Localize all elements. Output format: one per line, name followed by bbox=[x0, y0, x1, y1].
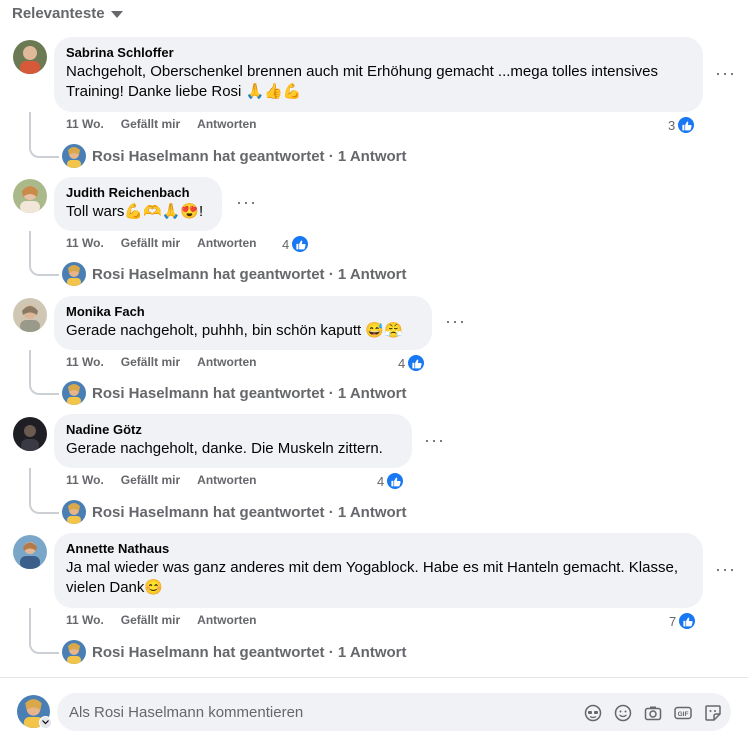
comment-text: Toll wars💪🫶🙏😍! bbox=[66, 203, 204, 220]
reply-link[interactable]: Antworten bbox=[197, 355, 256, 369]
more-options-icon[interactable]: ··· bbox=[715, 64, 736, 82]
comment-actions: 11 Wo. Gefällt mir Antworten bbox=[66, 117, 256, 131]
more-options-icon[interactable]: ··· bbox=[715, 560, 736, 578]
comment-author[interactable]: Sabrina Schloffer bbox=[66, 44, 691, 62]
comment-text: Nachgeholt, Oberschenkel brennen auch mi… bbox=[66, 63, 659, 100]
more-options-icon[interactable]: ··· bbox=[445, 312, 466, 330]
replies-link[interactable]: Rosi Haselmann hat geantwortet · 1 Antwo… bbox=[62, 640, 406, 664]
comment-author[interactable]: Monika Fach bbox=[66, 303, 420, 321]
reply-link[interactable]: Antworten bbox=[197, 236, 256, 250]
avatar[interactable] bbox=[13, 417, 47, 451]
chevron-down-icon[interactable] bbox=[39, 716, 52, 729]
thumbs-up-icon bbox=[407, 354, 426, 372]
camera-icon[interactable] bbox=[643, 703, 663, 723]
comment-composer: GIF bbox=[0, 678, 748, 749]
comment-timestamp[interactable]: 11 Wo. bbox=[66, 613, 104, 627]
avatar[interactable] bbox=[13, 535, 47, 569]
more-options-icon[interactable]: ··· bbox=[424, 431, 445, 449]
reaction-count[interactable]: 4 bbox=[377, 472, 405, 490]
like-count: 4 bbox=[282, 236, 290, 252]
replies-link[interactable]: Rosi Haselmann hat geantwortet · 1 Antwo… bbox=[62, 500, 406, 524]
like-count: 7 bbox=[669, 613, 677, 629]
replies-text: Rosi Haselmann hat geantwortet · 1 Antwo… bbox=[92, 503, 407, 521]
comment-bubble: Judith Reichenbach Toll wars💪🫶🙏😍! bbox=[54, 177, 222, 231]
emoji-icon[interactable] bbox=[613, 703, 633, 723]
thumbs-up-icon bbox=[678, 612, 697, 630]
like-count: 4 bbox=[377, 473, 385, 489]
caret-down-icon bbox=[110, 11, 123, 18]
like-link[interactable]: Gefällt mir bbox=[121, 117, 180, 131]
avatar-sticker-icon[interactable] bbox=[583, 703, 603, 723]
composer-tools: GIF bbox=[583, 703, 723, 723]
thumbs-up-icon bbox=[386, 472, 405, 490]
comment-timestamp[interactable]: 11 Wo. bbox=[66, 473, 104, 487]
thread-connector bbox=[29, 112, 59, 158]
comment-actions: 11 Wo. Gefällt mir Antworten bbox=[66, 355, 256, 369]
replies-link[interactable]: Rosi Haselmann hat geantwortet · 1 Antwo… bbox=[62, 381, 406, 405]
reaction-count[interactable]: 4 bbox=[282, 235, 310, 253]
like-count: 4 bbox=[398, 355, 406, 371]
comment-text: Ja mal wieder was ganz anderes mit dem Y… bbox=[66, 559, 678, 596]
like-link[interactable]: Gefällt mir bbox=[121, 473, 180, 487]
comment-timestamp[interactable]: 11 Wo. bbox=[66, 236, 104, 250]
comment-bubble: Monika Fach Gerade nachgeholt, puhhh, bi… bbox=[54, 296, 432, 350]
thread-connector bbox=[29, 350, 59, 395]
reply-link[interactable]: Antworten bbox=[197, 613, 256, 627]
replies-link[interactable]: Rosi Haselmann hat geantwortet · 1 Antwo… bbox=[62, 262, 406, 286]
reaction-count[interactable]: 3 bbox=[668, 116, 696, 134]
comment-author[interactable]: Judith Reichenbach bbox=[66, 184, 210, 202]
comment-actions: 11 Wo. Gefällt mir Antworten bbox=[66, 473, 256, 487]
replier-avatar bbox=[62, 500, 86, 524]
thread-connector bbox=[29, 608, 59, 654]
comment-bubble: Nadine Götz Gerade nachgeholt, danke. Di… bbox=[54, 414, 412, 468]
sort-label: Relevanteste bbox=[12, 5, 105, 22]
reaction-count[interactable]: 7 bbox=[669, 612, 697, 630]
replies-text: Rosi Haselmann hat geantwortet · 1 Antwo… bbox=[92, 643, 407, 661]
thumbs-up-icon bbox=[677, 116, 696, 134]
comment-timestamp[interactable]: 11 Wo. bbox=[66, 117, 104, 131]
comment-actions: 11 Wo. Gefällt mir Antworten bbox=[66, 236, 256, 250]
replier-avatar bbox=[62, 144, 86, 168]
like-link[interactable]: Gefällt mir bbox=[121, 613, 180, 627]
replier-avatar bbox=[62, 262, 86, 286]
replies-link[interactable]: Rosi Haselmann hat geantwortet · 1 Antwo… bbox=[62, 144, 406, 168]
thread-connector bbox=[29, 231, 59, 276]
replies-text: Rosi Haselmann hat geantwortet · 1 Antwo… bbox=[92, 147, 407, 165]
thumbs-up-icon bbox=[291, 235, 310, 253]
comment-author[interactable]: Annette Nathaus bbox=[66, 540, 691, 558]
thread-connector bbox=[29, 468, 59, 514]
replier-avatar bbox=[62, 640, 86, 664]
comment-bubble: Annette Nathaus Ja mal wieder was ganz a… bbox=[54, 533, 703, 608]
svg-text:GIF: GIF bbox=[678, 711, 689, 718]
replier-avatar bbox=[62, 381, 86, 405]
comment-actions: 11 Wo. Gefällt mir Antworten bbox=[66, 613, 256, 627]
replies-text: Rosi Haselmann hat geantwortet · 1 Antwo… bbox=[92, 265, 407, 283]
reply-link[interactable]: Antworten bbox=[197, 473, 256, 487]
comment-author[interactable]: Nadine Götz bbox=[66, 421, 400, 439]
sort-dropdown[interactable]: Relevanteste bbox=[12, 5, 123, 22]
comment-text: Gerade nachgeholt, puhhh, bin schön kapu… bbox=[66, 322, 403, 339]
comment-bubble: Sabrina Schloffer Nachgeholt, Oberschenk… bbox=[54, 37, 703, 112]
like-count: 3 bbox=[668, 117, 676, 133]
more-options-icon[interactable]: ··· bbox=[236, 193, 257, 211]
avatar[interactable] bbox=[13, 298, 47, 332]
reaction-count[interactable]: 4 bbox=[398, 354, 426, 372]
sticker-icon[interactable] bbox=[703, 703, 723, 723]
avatar[interactable] bbox=[13, 40, 47, 74]
avatar[interactable] bbox=[13, 179, 47, 213]
gif-icon[interactable]: GIF bbox=[673, 703, 693, 723]
reply-link[interactable]: Antworten bbox=[197, 117, 256, 131]
comment-timestamp[interactable]: 11 Wo. bbox=[66, 355, 104, 369]
like-link[interactable]: Gefällt mir bbox=[121, 355, 180, 369]
replies-text: Rosi Haselmann hat geantwortet · 1 Antwo… bbox=[92, 384, 407, 402]
like-link[interactable]: Gefällt mir bbox=[121, 236, 180, 250]
comment-text: Gerade nachgeholt, danke. Die Muskeln zi… bbox=[66, 440, 383, 457]
